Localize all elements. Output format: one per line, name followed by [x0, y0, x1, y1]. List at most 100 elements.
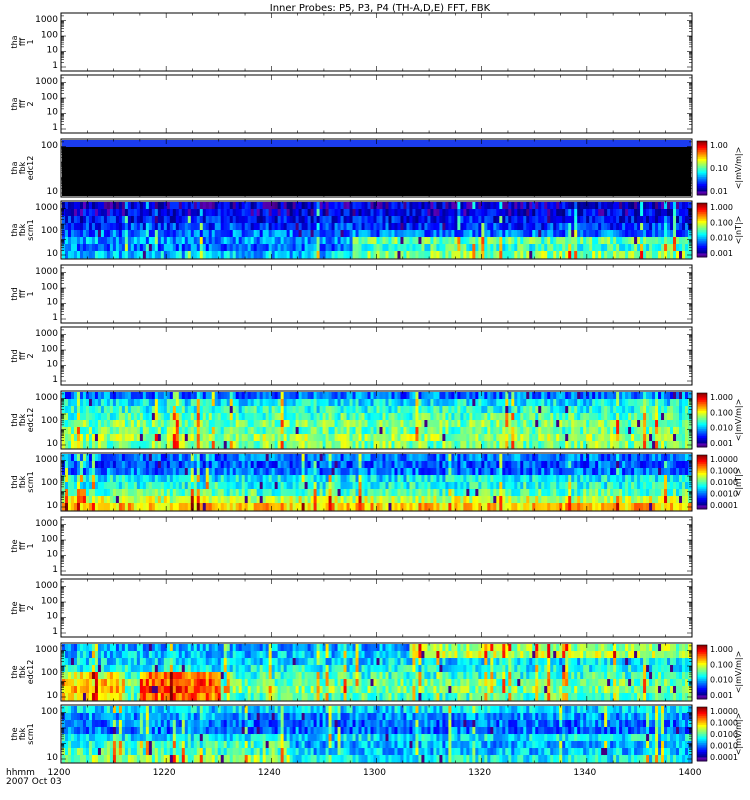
heatmap-cell	[643, 427, 647, 435]
heatmap-cell	[184, 399, 189, 407]
heatmap-cell	[235, 454, 240, 462]
heatmap-cell	[682, 230, 686, 238]
heatmap-cell	[376, 230, 380, 238]
heatmap-cell	[343, 406, 347, 414]
heatmap-cell	[202, 413, 207, 421]
heatmap-cell	[517, 244, 521, 252]
heatmap-cell	[397, 441, 401, 449]
heatmap-cell	[442, 237, 446, 245]
heatmap-cell	[181, 392, 186, 400]
heatmap-cell	[247, 202, 252, 210]
heatmap-cell	[616, 399, 620, 407]
heatmap-cell	[433, 202, 437, 210]
heatmap-cell	[412, 399, 416, 407]
heatmap-cell	[415, 406, 419, 414]
heatmap-cell	[652, 420, 656, 428]
heatmap-cell	[529, 399, 533, 407]
heatmap-cell	[445, 413, 449, 421]
heatmap-cell	[286, 392, 291, 400]
heatmap-cell	[235, 392, 240, 400]
heatmap-cell	[262, 489, 267, 497]
heatmap-cell	[307, 475, 312, 483]
heatmap-cell	[532, 427, 536, 435]
heatmap-cell	[511, 251, 515, 259]
heatmap-cell	[388, 230, 392, 238]
heatmap-cell	[97, 496, 102, 504]
heatmap-cell	[190, 496, 195, 504]
heatmap-cell	[211, 496, 216, 504]
heatmap-cell	[388, 420, 392, 428]
heatmap-cell	[91, 420, 96, 428]
heatmap-cell	[211, 399, 216, 407]
heatmap-cell	[187, 434, 192, 442]
heatmap-cell	[253, 434, 258, 442]
heatmap-cell	[271, 496, 276, 504]
heatmap-cell	[178, 216, 183, 224]
heatmap-cell	[337, 251, 341, 259]
heatmap-cell	[469, 223, 473, 231]
heatmap-cell	[511, 202, 515, 210]
heatmap-cell	[199, 216, 204, 224]
heatmap-cell	[520, 427, 524, 435]
heatmap-cell	[313, 475, 317, 483]
heatmap-cell	[487, 434, 491, 442]
heatmap-cell	[358, 202, 362, 210]
heatmap-cell	[403, 434, 407, 442]
heatmap-cell	[268, 482, 273, 490]
heatmap-cell	[199, 454, 204, 462]
heatmap-cell	[175, 251, 180, 259]
heatmap-cell	[583, 427, 587, 435]
panels: 1000100101tha fff 11000100101tha fff 210010t…	[10, 12, 743, 764]
heatmap-cell	[169, 441, 174, 449]
heatmap-cell	[190, 420, 195, 428]
heatmap-cell	[220, 399, 225, 407]
heatmap-cell	[304, 392, 309, 400]
heatmap-cell	[622, 434, 626, 442]
heatmap-cell	[166, 489, 171, 497]
heatmap-cell	[103, 230, 108, 238]
heatmap-cell	[403, 399, 407, 407]
heatmap-cell	[94, 399, 99, 407]
heatmap-cell	[547, 420, 551, 428]
heatmap-cell	[136, 216, 141, 224]
heatmap-cell	[133, 216, 138, 224]
heatmap-cell	[418, 244, 422, 252]
heatmap-cell	[76, 503, 81, 511]
y-label-line: edc12	[26, 156, 35, 181]
heatmap-cell	[253, 496, 258, 504]
heatmap-cell	[517, 216, 521, 224]
heatmap-cell	[460, 434, 464, 442]
heatmap-cell	[334, 392, 338, 400]
heatmap-cell	[274, 482, 279, 490]
heatmap-cell	[550, 420, 554, 428]
heatmap-cell	[547, 237, 551, 245]
heatmap-cell	[532, 413, 536, 421]
heatmap-cell	[139, 244, 144, 252]
heatmap-cell	[559, 202, 563, 210]
heatmap-cell	[76, 468, 81, 476]
heatmap-cell	[232, 427, 237, 435]
heatmap-cell	[244, 209, 249, 217]
heatmap-cell	[574, 434, 578, 442]
heatmap-cell	[505, 230, 509, 238]
heatmap-cell	[154, 413, 159, 421]
heatmap-cell	[289, 251, 294, 259]
heatmap-cell	[628, 209, 632, 217]
heatmap-cell	[568, 392, 572, 400]
heatmap-cell	[571, 237, 575, 245]
heatmap-cell	[658, 434, 662, 442]
heatmap-cell	[325, 230, 329, 238]
heatmap-cell	[124, 202, 129, 210]
heatmap-cell	[520, 230, 524, 238]
heatmap-cell	[148, 237, 153, 245]
heatmap-cell	[229, 468, 234, 476]
panel-tha-fff2: 1000100101tha fff 2	[10, 74, 693, 134]
heatmap-cell	[490, 434, 494, 442]
heatmap-cell	[454, 202, 458, 210]
heatmap-cell	[316, 237, 320, 245]
heatmap-cell	[238, 244, 243, 252]
heatmap-cell	[121, 244, 126, 252]
heatmap-cell	[430, 202, 434, 210]
heatmap-cell	[262, 244, 267, 252]
heatmap-cell	[283, 230, 288, 238]
